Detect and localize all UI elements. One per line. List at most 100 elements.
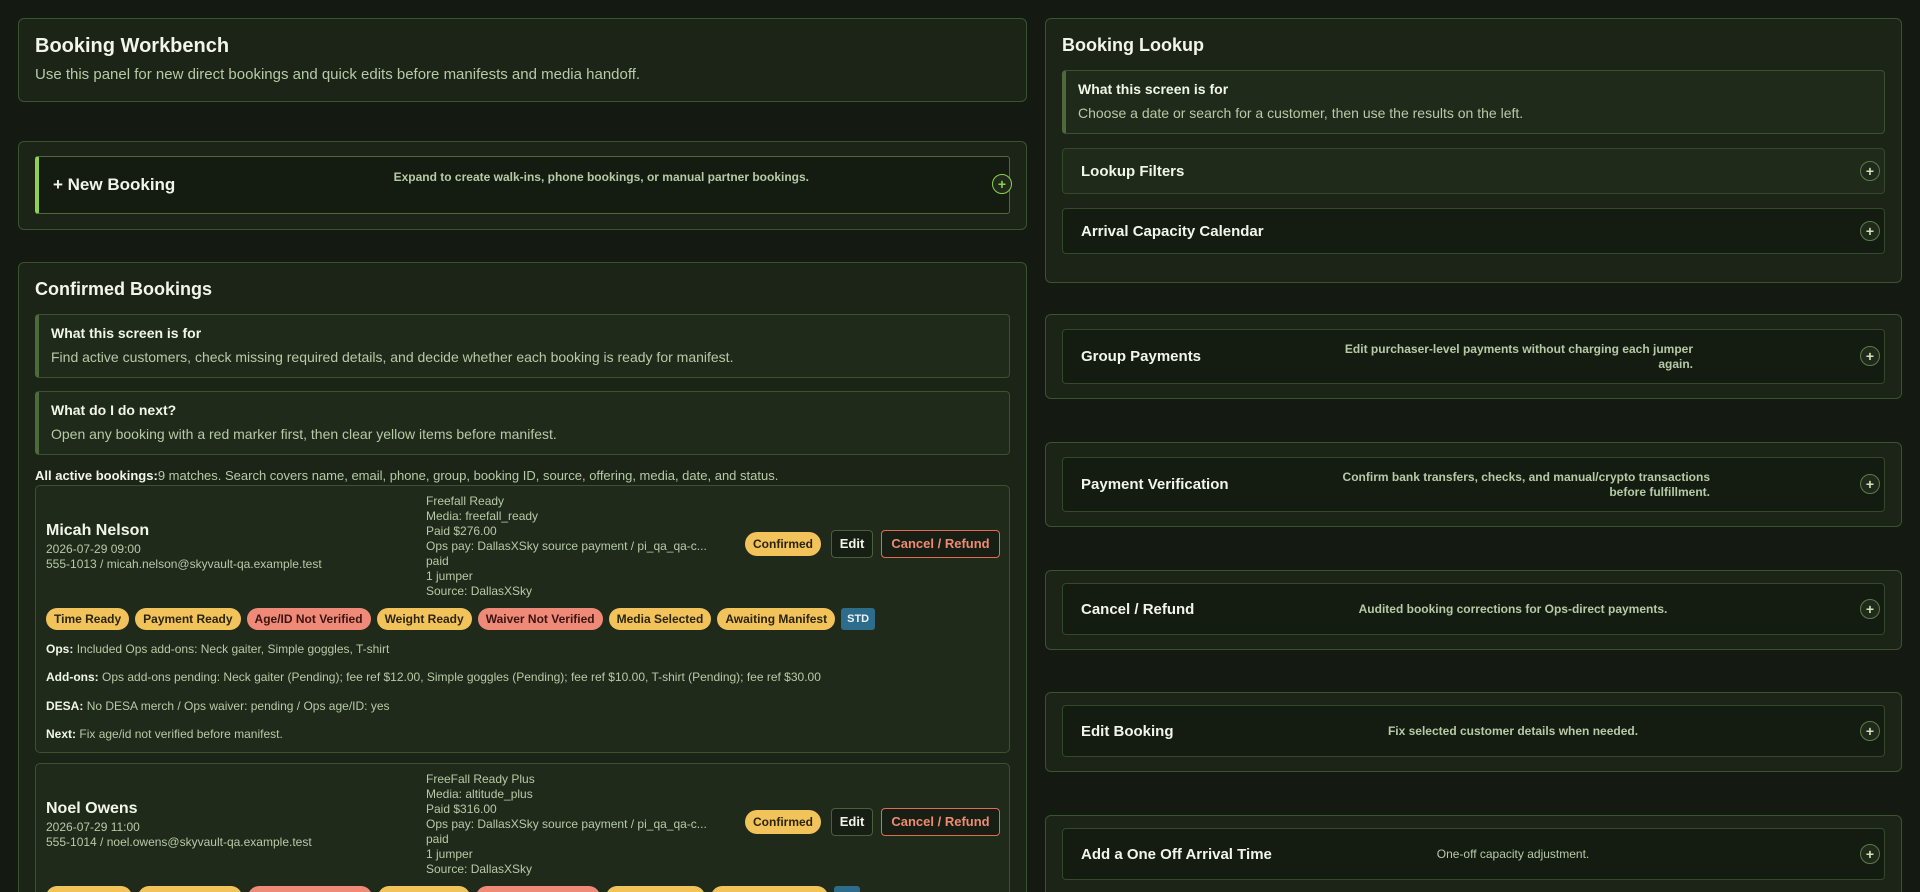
arrival-calendar-label: Arrival Capacity Calendar bbox=[1081, 222, 1264, 240]
group-payments-description: Edit purchaser-level payments without ch… bbox=[1344, 342, 1693, 371]
next-label: Next: bbox=[46, 727, 77, 741]
customer-name: Micah Nelson bbox=[46, 522, 150, 539]
info-next-steps: What do I do next? Open any booking with… bbox=[35, 391, 1010, 455]
chip-payment-ready bbox=[138, 886, 242, 892]
booking-lookup-title: Booking Lookup bbox=[1062, 35, 1204, 55]
offering: Freefall Ready bbox=[426, 494, 505, 508]
one-off-arrival-label: Add a One Off Arrival Time bbox=[1081, 845, 1272, 863]
plus-icon[interactable]: + bbox=[1860, 221, 1880, 241]
workbench-subtitle: Use this panel for new direct bookings a… bbox=[35, 66, 641, 83]
group-payments-panel: Group Payments Edit purchaser-level paym… bbox=[1045, 314, 1902, 399]
chip-waiver: Waiver Not Verified bbox=[477, 608, 603, 630]
workbench-title: Booking Workbench bbox=[35, 35, 230, 57]
new-booking-toggle[interactable]: + New Booking Expand to create walk-ins,… bbox=[35, 156, 1012, 214]
plus-icon[interactable]: + bbox=[1860, 346, 1880, 366]
offering: FreeFall Ready Plus bbox=[426, 772, 535, 786]
status-chips: Time Ready Payment Ready Age/ID Not Veri… bbox=[46, 608, 876, 630]
chip-std: STD bbox=[841, 608, 876, 630]
info-text: Find active customers, check missing req… bbox=[51, 349, 734, 365]
media: Media: altitude_plus bbox=[426, 787, 533, 801]
lookup-filters-toggle[interactable]: Lookup Filters + bbox=[1062, 148, 1885, 194]
cancel-refund-toggle[interactable]: Cancel / Refund Audited booking correcti… bbox=[1062, 583, 1885, 635]
info-title: What do I do next? bbox=[51, 402, 177, 418]
plus-icon[interactable]: + bbox=[1860, 599, 1880, 619]
lookup-info: What this screen is for Choose a date or… bbox=[1062, 70, 1885, 134]
desa-row: DESA: No DESA merch / Ops waiver: pendin… bbox=[46, 699, 390, 713]
cancel-refund-button[interactable]: Cancel / Refund bbox=[881, 808, 1000, 836]
source: Source: DallasXSky bbox=[426, 584, 533, 598]
edit-booking-toggle[interactable]: Edit Booking Fix selected customer detai… bbox=[1062, 705, 1885, 757]
source: Source: DallasXSky bbox=[426, 862, 533, 876]
status-badge: Confirmed bbox=[745, 532, 821, 556]
new-booking-panel: + New Booking Expand to create walk-ins,… bbox=[18, 141, 1027, 230]
chip-weight-ready: Weight Ready bbox=[376, 608, 472, 630]
lookup-filters-label: Lookup Filters bbox=[1081, 162, 1185, 180]
edit-button[interactable]: Edit bbox=[831, 530, 873, 558]
plus-icon[interactable]: + bbox=[1860, 721, 1880, 741]
plus-icon[interactable]: + bbox=[1860, 161, 1880, 181]
pay-status: paid bbox=[426, 832, 449, 846]
workbench-panel: Booking Workbench Use this panel for new… bbox=[18, 18, 1027, 102]
info-screen-purpose: What this screen is for Find active cust… bbox=[35, 314, 1010, 378]
cancel-refund-button[interactable]: Cancel / Refund bbox=[881, 530, 1000, 558]
media: Media: freefall_ready bbox=[426, 509, 539, 523]
addons-text: Ops add-ons pending: Neck gaiter (Pendin… bbox=[102, 670, 821, 684]
booking-meta: Freefall Ready Media: freefall_ready Pai… bbox=[426, 494, 736, 599]
ops-label: Ops: bbox=[46, 642, 74, 656]
payment-verification-toggle[interactable]: Payment Verification Confirm bank transf… bbox=[1062, 457, 1885, 512]
chip-weight-ready bbox=[378, 886, 470, 892]
info-title: What this screen is for bbox=[1078, 81, 1229, 97]
new-booking-description: Expand to create walk-ins, phone booking… bbox=[393, 170, 809, 184]
addons-row: Add-ons: Ops add-ons pending: Neck gaite… bbox=[46, 670, 821, 684]
payment-verification-label: Payment Verification bbox=[1081, 476, 1229, 493]
info-text: Choose a date or search for a customer, … bbox=[1078, 105, 1524, 121]
payment-verification-panel: Payment Verification Confirm bank transf… bbox=[1045, 442, 1902, 527]
one-off-arrival-toggle[interactable]: Add a One Off Arrival Time One-off capac… bbox=[1062, 828, 1885, 880]
customer-name: Noel Owens bbox=[46, 800, 138, 817]
chip-age-id: Age/ID Not Verified bbox=[246, 608, 371, 630]
chip-age-id bbox=[248, 886, 372, 892]
next-text: Fix age/id not verified before manifest. bbox=[79, 727, 283, 741]
ops-pay: Ops pay: DallasXSky source payment / pi_… bbox=[426, 539, 707, 553]
addons-label: Add-ons: bbox=[46, 670, 99, 684]
chip-time-ready bbox=[46, 886, 132, 892]
chip-media-selected: Media Selected bbox=[608, 608, 712, 630]
plus-icon[interactable]: + bbox=[1860, 474, 1880, 494]
one-off-arrival-panel: Add a One Off Arrival Time One-off capac… bbox=[1045, 815, 1902, 892]
confirmed-bookings-panel: Confirmed Bookings What this screen is f… bbox=[18, 262, 1027, 892]
ops-text: Included Ops add-ons: Neck gaiter, Simpl… bbox=[76, 642, 390, 656]
plus-icon[interactable]: + bbox=[1860, 844, 1880, 864]
confirmed-bookings-title: Confirmed Bookings bbox=[35, 279, 213, 299]
booking-meta: FreeFall Ready Plus Media: altitude_plus… bbox=[426, 772, 736, 877]
customer-contact: 555-1014 / noel.owens@skyvault-qa.exampl… bbox=[46, 835, 312, 849]
chip-std bbox=[834, 886, 860, 892]
desa-label: DESA: bbox=[46, 699, 84, 713]
paid-amount: Paid $276.00 bbox=[426, 524, 497, 538]
jumper-count: 1 jumper bbox=[426, 847, 473, 861]
booking-datetime: 2026-07-29 09:00 bbox=[46, 542, 141, 556]
booking-datetime: 2026-07-29 11:00 bbox=[46, 820, 140, 834]
chip-awaiting-manifest bbox=[711, 886, 828, 892]
one-off-arrival-description: One-off capacity adjustment. bbox=[1436, 847, 1590, 861]
ops-row: Ops: Included Ops add-ons: Neck gaiter, … bbox=[46, 642, 389, 656]
next-row: Next: Fix age/id not verified before man… bbox=[46, 727, 283, 741]
plus-icon[interactable]: + bbox=[992, 174, 1012, 194]
edit-booking-panel: Edit Booking Fix selected customer detai… bbox=[1045, 692, 1902, 772]
edit-booking-description: Fix selected customer details when neede… bbox=[1387, 724, 1639, 738]
status-badge: Confirmed bbox=[745, 810, 821, 834]
chip-payment-ready: Payment Ready bbox=[135, 608, 241, 630]
edit-button[interactable]: Edit bbox=[831, 808, 873, 836]
cancel-refund-label: Cancel / Refund bbox=[1081, 600, 1195, 618]
cancel-refund-panel: Cancel / Refund Audited booking correcti… bbox=[1045, 570, 1902, 650]
group-payments-toggle[interactable]: Group Payments Edit purchaser-level paym… bbox=[1062, 329, 1885, 384]
jumper-count: 1 jumper bbox=[426, 569, 473, 583]
edit-booking-label: Edit Booking bbox=[1081, 722, 1174, 740]
arrival-calendar-toggle[interactable]: Arrival Capacity Calendar + bbox=[1062, 208, 1885, 254]
booking-card[interactable]: Noel Owens 2026-07-29 11:00 555-1014 / n… bbox=[35, 763, 1010, 892]
chip-time-ready: Time Ready bbox=[46, 608, 130, 630]
new-booking-label: + New Booking bbox=[53, 175, 176, 194]
paid-amount: Paid $316.00 bbox=[426, 802, 497, 816]
booking-card[interactable]: Micah Nelson 2026-07-29 09:00 555-1013 /… bbox=[35, 485, 1010, 753]
desa-text: No DESA merch / Ops waiver: pending / Op… bbox=[86, 699, 390, 713]
pay-status: paid bbox=[426, 554, 449, 568]
